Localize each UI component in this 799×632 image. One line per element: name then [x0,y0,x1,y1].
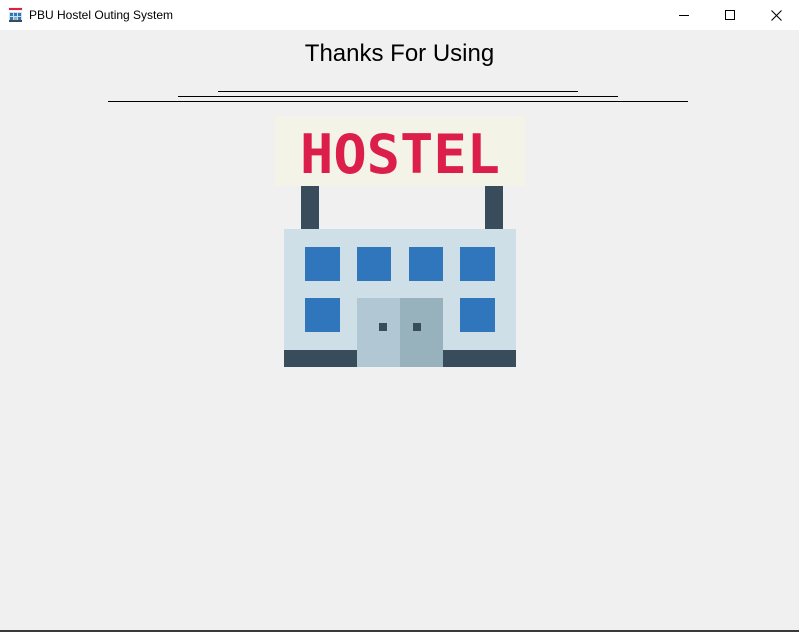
building-window [305,298,340,332]
divider-line [108,101,688,102]
close-button[interactable] [753,0,799,30]
window-title: PBU Hostel Outing System [29,8,174,22]
door-left [357,298,400,367]
title-bar[interactable]: PBU Hostel Outing System [0,0,799,30]
hostel-building-icon [8,7,23,22]
divider-line [218,91,578,92]
maximize-button[interactable] [707,0,753,30]
building-window [460,298,495,332]
building-window [357,247,391,281]
application-window: PBU Hostel Outing System Thanks For Usin… [0,0,799,632]
sign-text: HOSTEL [300,123,500,186]
page-heading: Thanks For Using [304,40,495,67]
divider-line [178,96,618,97]
minimize-icon [679,15,689,16]
building-window [460,247,495,281]
sign-post-right [485,186,503,230]
close-icon [771,10,782,21]
building-window [305,247,340,281]
maximize-icon [725,10,735,20]
hostel-logo-image: HOSTEL [275,116,525,367]
door-handle [413,323,421,331]
door-right [400,298,443,367]
main-panel: Thanks For Using HOSTEL [0,30,799,632]
minimize-button[interactable] [661,0,707,30]
door-handle [379,323,387,331]
building-window [409,247,443,281]
sign-post-left [301,186,319,230]
